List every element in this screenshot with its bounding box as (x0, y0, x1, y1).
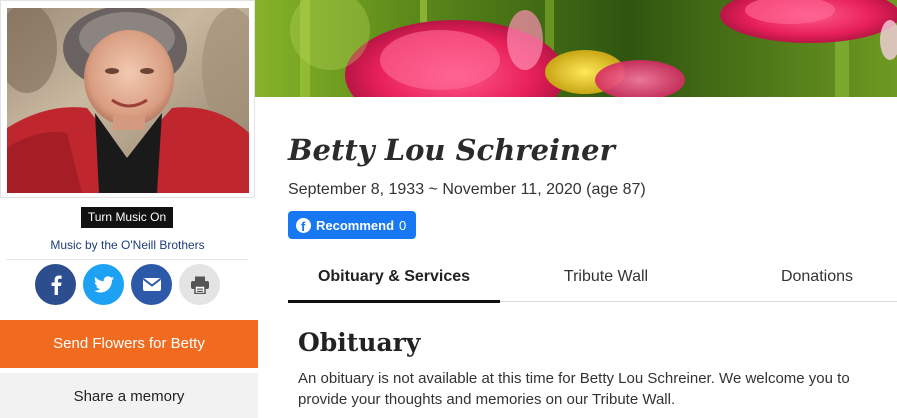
print-button[interactable] (179, 264, 220, 305)
facebook-logo-icon: f (296, 217, 311, 234)
music-credit-link[interactable]: Music by the O'Neill Brothers (0, 238, 255, 252)
share-facebook-button[interactable] (35, 264, 76, 305)
portrait-photo (7, 8, 249, 193)
recommend-label: Recommend (316, 217, 395, 233)
portrait-frame (0, 0, 255, 198)
send-flowers-button[interactable]: Send Flowers for Betty (0, 320, 258, 368)
share-memory-button[interactable]: Share a memory (0, 373, 258, 418)
share-buttons (35, 264, 220, 305)
facebook-recommend-button[interactable]: f Recommend 0 (288, 211, 417, 239)
life-dates: September 8, 1933 ~ November 11, 2020 (a… (288, 181, 646, 198)
divider (6, 259, 248, 260)
tab-donations[interactable]: Donations (712, 252, 897, 302)
tab-obituary-services[interactable]: Obituary & Services (288, 252, 500, 303)
tab-tribute-wall[interactable]: Tribute Wall (500, 252, 712, 302)
memorial-tabs: Obituary & Services Tribute Wall Donatio… (288, 252, 897, 303)
share-twitter-button[interactable] (83, 264, 124, 305)
recommend-count: 0 (399, 217, 407, 233)
share-email-button[interactable] (131, 264, 172, 305)
print-icon (190, 276, 209, 294)
facebook-icon (51, 275, 62, 295)
deceased-name: Betty Lou Schreiner (288, 133, 615, 167)
twitter-icon (93, 276, 114, 293)
obituary-heading: Obituary (298, 328, 421, 357)
obituary-text: An obituary is not available at this tim… (298, 370, 850, 408)
email-icon (142, 278, 161, 291)
turn-music-on-button[interactable]: Turn Music On (81, 207, 173, 228)
